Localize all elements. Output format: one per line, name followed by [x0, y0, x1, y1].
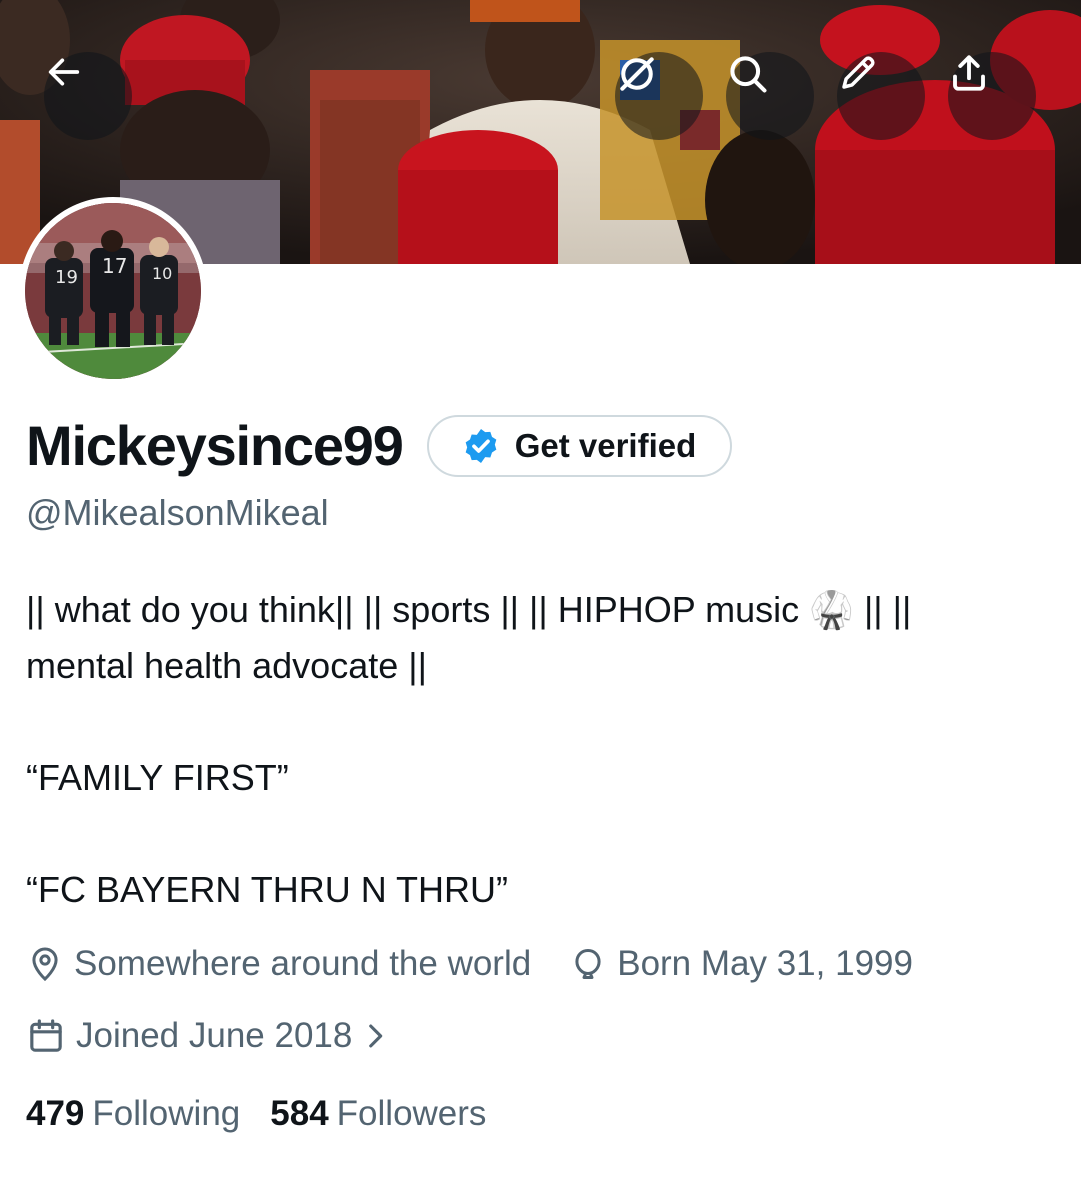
get-verified-label: Get verified: [514, 427, 697, 464]
followers-label: Followers: [336, 1094, 487, 1133]
avatar-image: 19 17 10: [25, 203, 201, 379]
bio-line: “FC BAYERN THRU N THRU”: [26, 869, 509, 910]
share-button[interactable]: [948, 52, 1036, 140]
following-label: Following: [92, 1094, 241, 1133]
location-pin-icon: [32, 947, 58, 982]
jersey-number-2: 17: [102, 254, 127, 278]
joined-text: Joined June 2018: [76, 1016, 353, 1055]
grok-button[interactable]: [615, 52, 703, 140]
profile-bio: || what do you think|| || sports || || H…: [26, 582, 1056, 918]
display-name: Mickeysince99: [26, 414, 404, 477]
joined-item[interactable]: Joined June 2018: [26, 1016, 402, 1056]
following-count: 479: [26, 1094, 85, 1133]
profile-meta-row-1: Somewhere around the world Born May 31, …: [26, 944, 913, 984]
following-link[interactable]: 479 Following: [26, 1094, 240, 1134]
profile-handle: @MikealsonMikeal: [26, 492, 329, 533]
bio-line: “FAMILY FIRST”: [26, 757, 289, 798]
followers-link[interactable]: 584 Followers: [270, 1094, 486, 1134]
verified-badge-icon: [465, 429, 497, 463]
back-button[interactable]: [44, 52, 132, 140]
search-button[interactable]: [726, 52, 814, 140]
pencil-icon: [842, 56, 875, 89]
jersey-number-1: 19: [55, 267, 78, 288]
jersey-number-3: 10: [152, 264, 172, 283]
search-icon: [730, 56, 767, 93]
share-upload-icon: [953, 55, 985, 91]
location-item: Somewhere around the world: [26, 944, 531, 984]
profile-meta-row-2: Joined June 2018: [26, 1016, 402, 1056]
follow-stats: 479 Following 584 Followers: [26, 1094, 486, 1134]
location-text: Somewhere around the world: [74, 944, 532, 983]
avatar[interactable]: 19 17 10: [19, 197, 207, 385]
bio-line: || what do you think|| || sports || || H…: [26, 589, 912, 630]
birthday-item: Born May 31, 1999: [569, 944, 913, 984]
name-row: Mickeysince99 Get verified: [26, 410, 733, 482]
bio-line: mental health advocate ||: [26, 645, 427, 686]
get-verified-button[interactable]: Get verified: [426, 415, 733, 477]
followers-count: 584: [270, 1094, 329, 1133]
slashed-circle-icon: [620, 57, 654, 91]
birthday-text: Born May 31, 1999: [617, 944, 913, 983]
arrow-left-icon: [48, 58, 80, 86]
edit-button[interactable]: [837, 52, 925, 140]
chevron-right-icon: [369, 1024, 383, 1048]
balloon-icon: [575, 949, 601, 979]
calendar-icon: [30, 1019, 62, 1052]
